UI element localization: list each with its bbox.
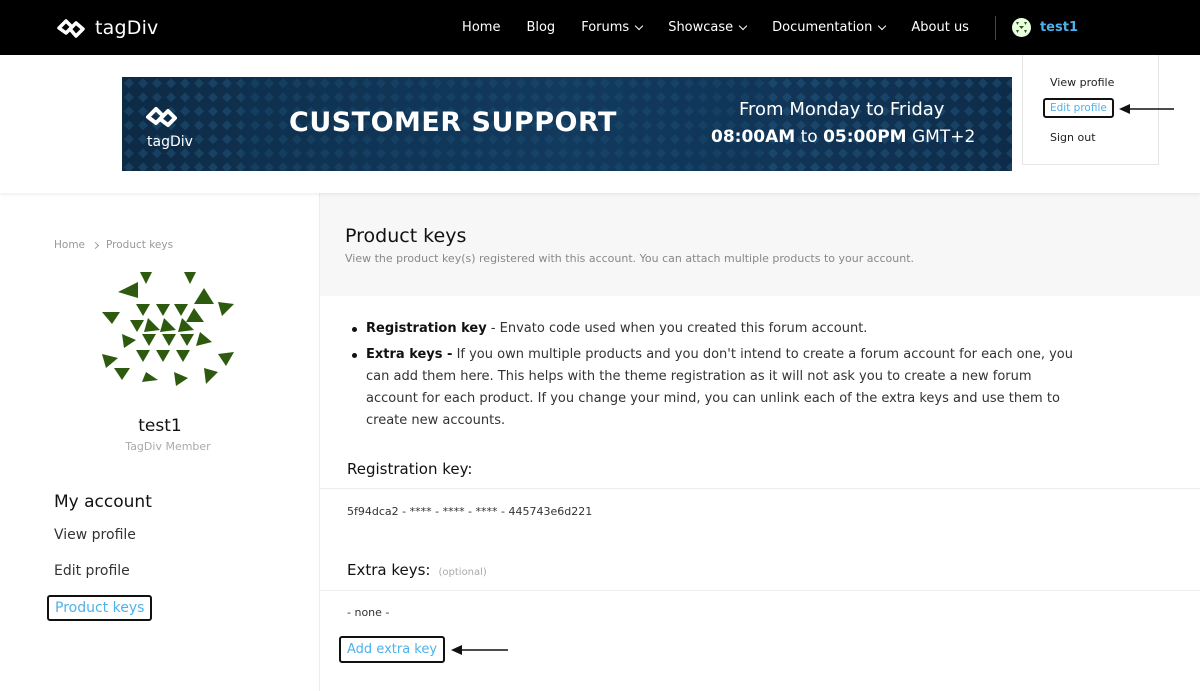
nav-label: Showcase [668,20,734,35]
nav-label: Blog [526,20,556,35]
nav-home[interactable]: Home [462,20,500,35]
nav-label: Forums [581,20,630,35]
divider [320,488,1200,489]
bullet-term: Extra keys - [366,347,453,362]
page-subtitle: View the product key(s) registered with … [345,252,915,265]
sidebar-item-edit-profile[interactable]: Edit profile [54,563,130,579]
nav-documentation[interactable]: Documentation [772,20,887,35]
optional-label: (optional) [438,567,487,578]
breadcrumb-current: Product keys [106,239,174,251]
nav-forums[interactable]: Forums [581,20,644,35]
bullet-text: - Envato code used when you created this… [486,321,868,336]
main-nav: Home Blog Forums Showcase Documentation … [462,0,1200,55]
breadcrumb-home[interactable]: Home [54,239,85,251]
add-extra-key-button[interactable]: Add extra key [339,636,446,663]
bullet-term: Registration key [366,321,487,336]
nav-about-us[interactable]: About us [911,20,969,35]
registration-key-value: 5f94dca2 - **** - **** - **** - 445743e6… [347,505,593,518]
extra-keys-empty: - none - [347,606,390,619]
hours-end: 05:00PM [823,127,907,147]
tagdiv-logo-icon [57,19,85,38]
page-title: Product keys [345,225,467,247]
profile-name: test1 [138,416,182,436]
menu-view-profile[interactable]: View profile [1050,76,1114,89]
top-navbar: tagDiv Home Blog Forums Showcase Documen… [0,0,1200,55]
arrow-left-icon [1119,104,1174,114]
arrow-left-icon [451,645,508,655]
extra-keys-heading: Extra keys: (optional) [347,561,487,579]
chevron-right-icon [91,241,100,249]
user-name: test1 [1039,20,1078,35]
profile-avatar [102,272,234,386]
menu-sign-out[interactable]: Sign out [1050,131,1096,144]
divider [320,590,1200,591]
customer-support-banner[interactable]: tagDiv CUSTOMER SUPPORT From Monday to F… [122,77,1012,171]
banner-hours: 08:00AM to 05:00PM GMT+2 [711,127,975,147]
user-avatar-icon [1011,18,1031,37]
nav-label: Home [462,20,501,35]
sidebar-item-product-keys[interactable]: Product keys [47,595,153,621]
hours-tz: GMT+2 [911,127,976,147]
chevron-down-icon [738,21,748,30]
nav-divider [994,15,996,40]
hours-start: 08:00AM [711,127,796,147]
list-item: Extra keys - If you own multiple product… [351,344,1081,432]
bullet-text: If you own multiple products and you don… [366,347,1073,428]
chevron-down-icon [878,21,887,30]
sidebar-item-view-profile[interactable]: View profile [54,527,136,543]
nav-blog[interactable]: Blog [526,20,555,35]
info-list: Registration key - Envato code used when… [351,318,1081,436]
banner-headline: CUSTOMER SUPPORT [289,107,617,138]
registration-key-heading: Registration key: [347,460,473,478]
brand-logo[interactable]: tagDiv [55,14,159,42]
menu-edit-profile[interactable]: Edit profile [1043,98,1114,118]
main-content [320,193,1200,691]
breadcrumb: Home Product keys [54,239,173,251]
profile-role: TagDiv Member [125,440,211,453]
brand-name: tagDiv [95,17,159,39]
nav-label: About us [911,20,969,35]
extra-keys-title: Extra keys: [347,561,431,579]
hours-to: to [800,127,818,147]
chevron-down-icon [634,21,644,30]
nav-showcase[interactable]: Showcase [668,20,748,35]
list-item: Registration key - Envato code used when… [351,318,1081,340]
my-account-heading: My account [54,492,152,512]
user-menu-toggle[interactable]: test1 [1011,18,1078,37]
banner-brand: tagDiv [147,134,193,150]
nav-label: Documentation [772,20,873,35]
banner-days: From Monday to Friday [739,99,945,120]
